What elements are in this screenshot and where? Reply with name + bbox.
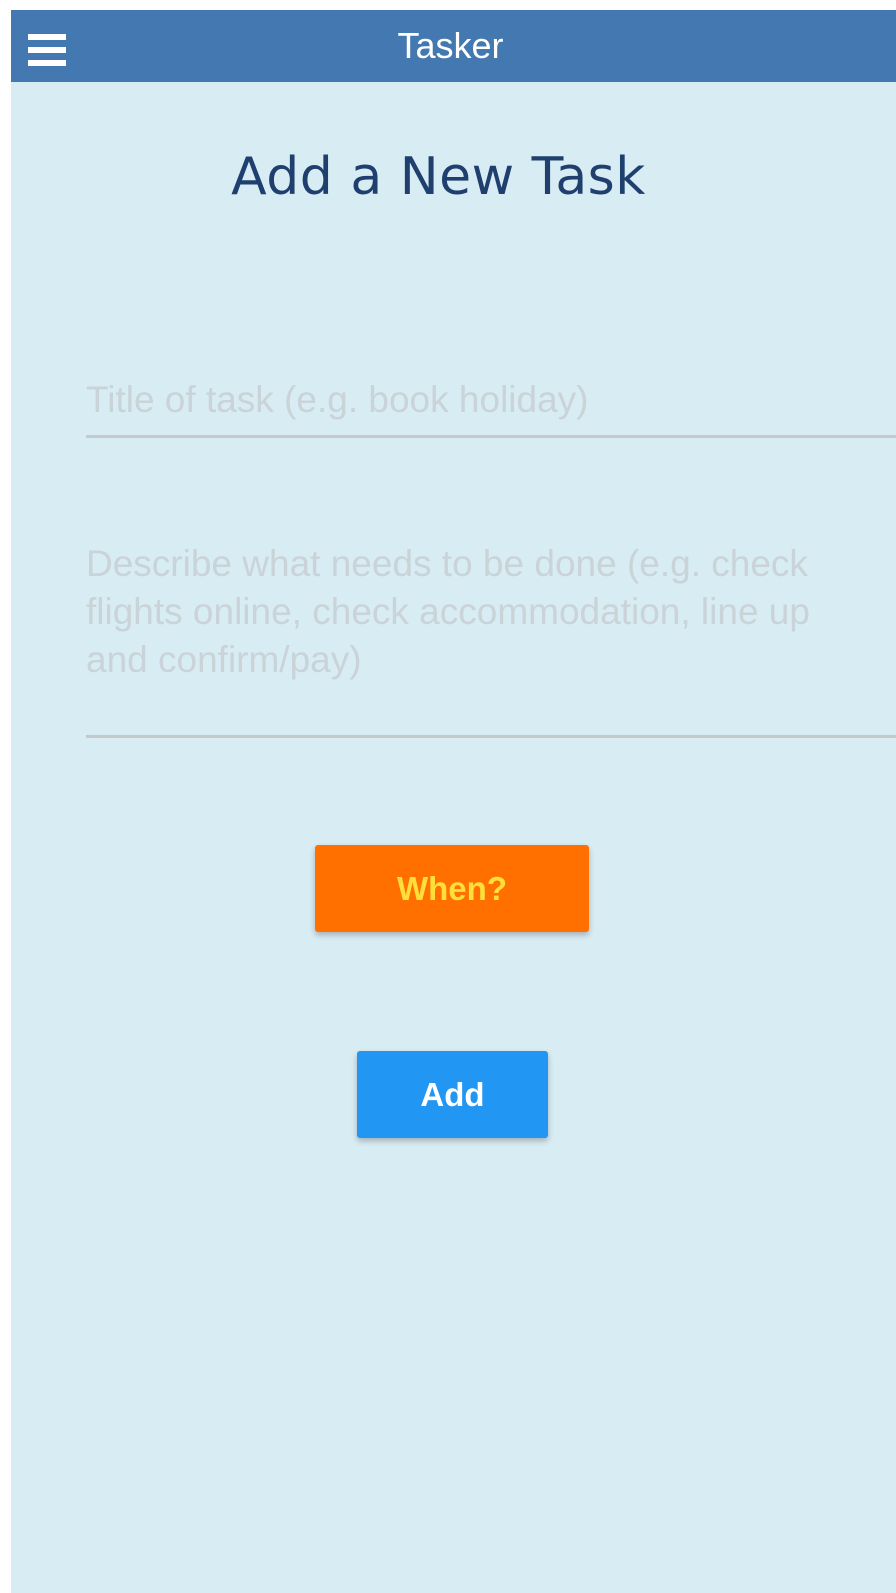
when-button[interactable]: When? <box>315 845 589 932</box>
page-title: Add a New Task <box>231 146 646 207</box>
app-screen: Tasker Add a New Task When? Add <box>11 10 896 1593</box>
add-button[interactable]: Add <box>357 1051 548 1138</box>
app-title: Tasker <box>397 25 504 66</box>
task-description-input[interactable] <box>86 540 896 738</box>
app-header: Tasker <box>11 10 896 82</box>
task-title-input[interactable] <box>86 365 896 438</box>
